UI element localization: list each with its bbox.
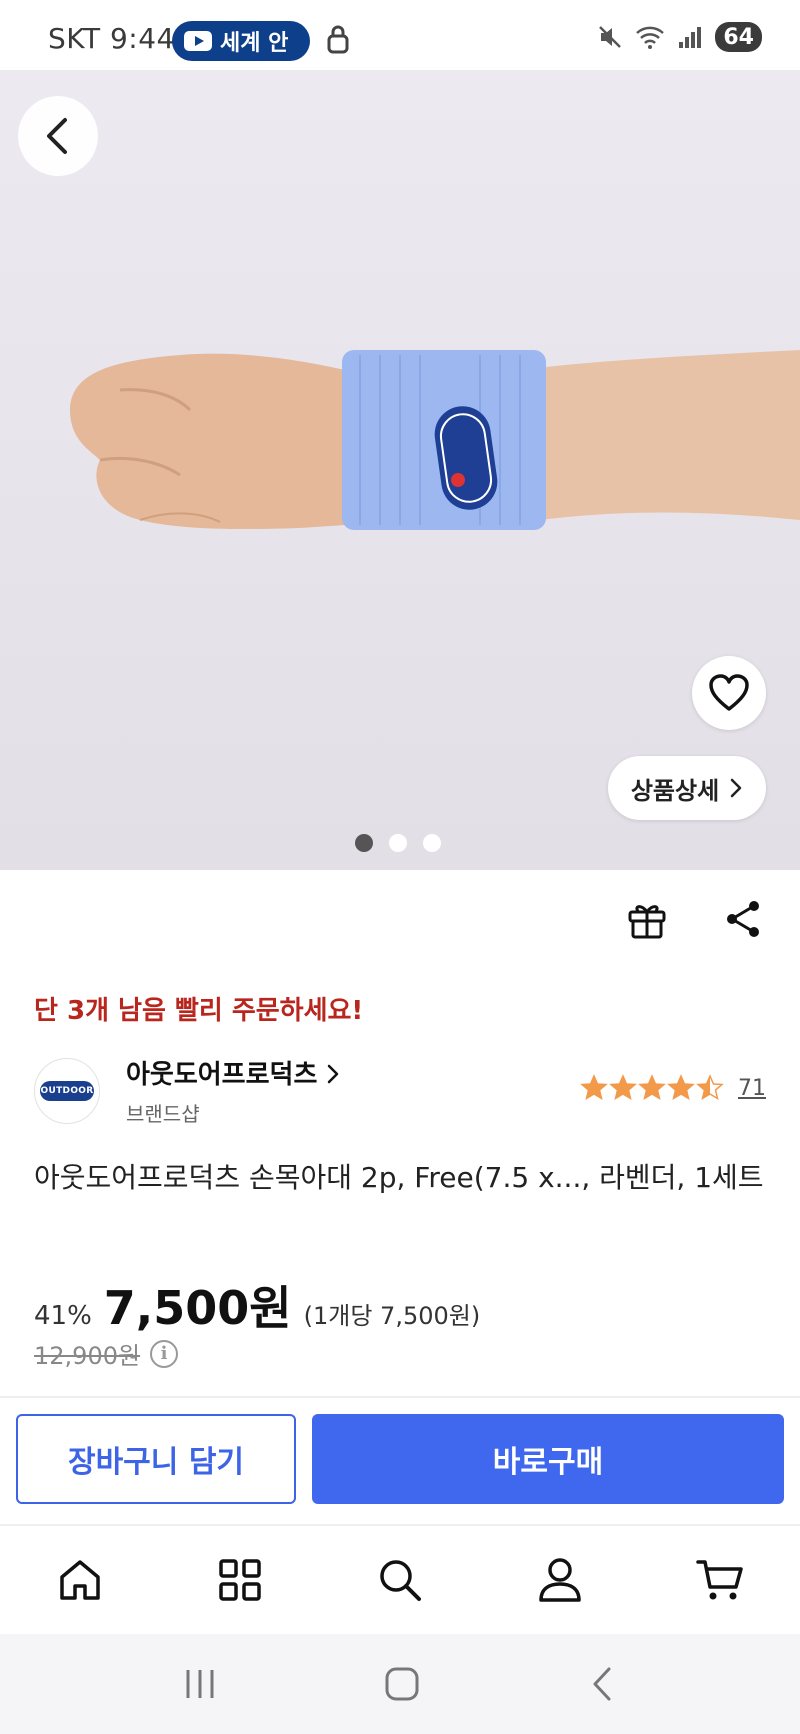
- rating[interactable]: 71: [580, 1074, 766, 1102]
- product-photo: [70, 350, 800, 530]
- info-icon[interactable]: i: [150, 1339, 179, 1368]
- clock: 9:44: [109, 22, 175, 55]
- media-notification-pill[interactable]: 세계 안: [172, 21, 311, 61]
- sale-price: 7,500원: [103, 1281, 292, 1335]
- product-detail-label: 상품상세: [630, 776, 720, 805]
- status-icons: 64: [597, 22, 762, 52]
- tab-search[interactable]: [360, 1540, 440, 1620]
- price-row: 41% 7,500원 (1개당 7,500원): [34, 1272, 480, 1338]
- brand-logo[interactable]: OUTDOOR: [34, 1058, 100, 1124]
- carousel-dot[interactable]: [389, 834, 407, 852]
- youtube-icon: [184, 31, 212, 51]
- search-icon: [380, 1560, 421, 1601]
- category-icon: [219, 1559, 261, 1601]
- home-icon: [60, 1560, 100, 1600]
- brand-name: 아웃도어프로덕츠: [126, 1060, 318, 1090]
- tab-category[interactable]: [200, 1540, 280, 1620]
- divider: [0, 1396, 800, 1398]
- star-rating-icon: [580, 1074, 724, 1101]
- home-circle-icon[interactable]: [383, 1665, 421, 1703]
- tab-home[interactable]: [40, 1540, 120, 1620]
- back-icon[interactable]: [587, 1665, 617, 1703]
- system-navigation-bar: [0, 1634, 800, 1734]
- lock-icon: [327, 25, 349, 54]
- tab-cart[interactable]: [680, 1540, 760, 1620]
- product-image-carousel[interactable]: 상품상세: [0, 70, 800, 870]
- bottom-tab-bar: [0, 1524, 800, 1634]
- carousel-indicator: [0, 834, 798, 852]
- status-carrier-time: SKT 9:44: [48, 22, 175, 55]
- chevron-right-icon: [328, 1064, 339, 1084]
- share-icon[interactable]: [724, 898, 764, 940]
- carousel-dot[interactable]: [355, 834, 373, 852]
- product-title: 아웃도어프로덕츠 손목아대 2p, Free(7.5 x..., 라벤더, 1세…: [34, 1161, 764, 1194]
- discount-rate: 41%: [34, 1301, 92, 1331]
- user-icon: [539, 1558, 581, 1602]
- gift-icon[interactable]: [626, 898, 668, 940]
- low-stock-notice: 단 3개 남음 빨리 주문하세요!: [34, 996, 364, 1026]
- brand-row: OUTDOOR 아웃도어프로덕츠 브랜드샵 71: [34, 1054, 766, 1126]
- chevron-right-icon: [730, 778, 742, 798]
- recents-icon[interactable]: [183, 1667, 217, 1701]
- brand-logo-text: OUTDOOR: [40, 1081, 94, 1101]
- product-detail-button[interactable]: 상품상세: [608, 756, 766, 820]
- mute-icon: [599, 26, 622, 48]
- wifi-icon: [636, 26, 665, 49]
- cart-icon: [696, 1560, 743, 1600]
- buy-now-button[interactable]: 바로구매: [312, 1414, 784, 1504]
- brand-shop-link[interactable]: 아웃도어프로덕츠: [126, 1054, 340, 1091]
- wishlist-button[interactable]: [692, 656, 766, 730]
- signal-icon: [679, 27, 702, 48]
- carrier: SKT: [48, 22, 101, 55]
- heart-icon: [709, 674, 749, 711]
- product-action-icons: [626, 898, 764, 940]
- battery-indicator: 64: [715, 22, 762, 52]
- tab-my-page[interactable]: [520, 1540, 600, 1620]
- unit-price: (1개당 7,500원): [303, 1302, 481, 1330]
- review-count[interactable]: 71: [738, 1076, 766, 1101]
- carousel-dot[interactable]: [423, 834, 441, 852]
- media-notification-text: 세계 안: [220, 31, 289, 56]
- back-button[interactable]: [18, 96, 98, 176]
- add-to-cart-button[interactable]: 장바구니 담기: [16, 1414, 296, 1504]
- chevron-left-icon: [47, 118, 67, 154]
- brand-subtitle: 브랜드샵: [126, 1102, 200, 1126]
- original-price: 12,900원: [34, 1342, 141, 1370]
- original-price-row: 12,900원 i: [34, 1336, 179, 1371]
- status-bar: SKT 9:44 세계 안 64: [0, 0, 800, 70]
